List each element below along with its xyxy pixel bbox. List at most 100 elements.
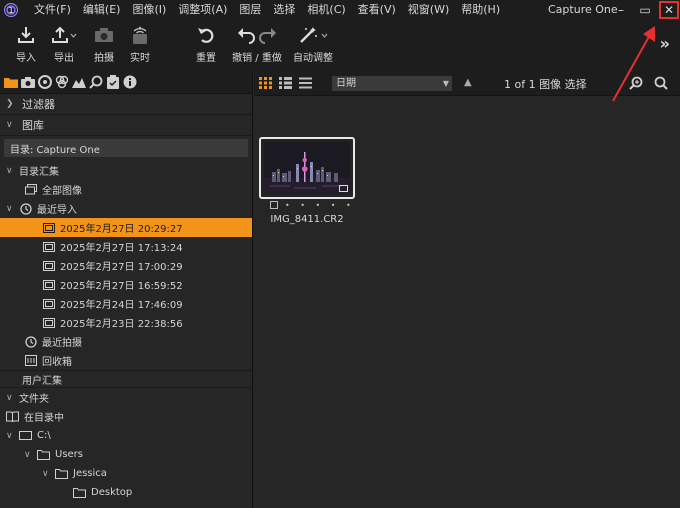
night-skyline-image (264, 142, 350, 194)
trash-label: 回收箱 (42, 357, 72, 368)
import-icon (17, 24, 35, 46)
maximize-button[interactable]: ▭ (634, 0, 656, 20)
menu-file[interactable]: 文件(F) (28, 0, 77, 20)
chevron-down-icon: ∨ (6, 203, 13, 214)
capture-button[interactable]: 拍摄 (84, 24, 124, 64)
import-session-item[interactable]: 2025年2月24日 17:46:09 (0, 294, 252, 313)
grid-view-icon[interactable] (259, 77, 272, 89)
exposure-tab-icon[interactable] (72, 75, 86, 89)
catalog-collections-group[interactable]: ∨ 目录汇集 (0, 161, 252, 180)
star-rating[interactable]: • • • • • (285, 201, 355, 210)
list-view-icon[interactable] (299, 77, 312, 89)
undo-redo-button[interactable]: 撤销 / 重做 (232, 24, 282, 64)
thumbnail-filename: IMG_8411.CR2 (270, 214, 344, 225)
user-collections-header[interactable]: 用户汇集 (0, 370, 252, 388)
reset-icon (196, 24, 216, 46)
import-button[interactable]: 导入 (6, 24, 46, 64)
folder-icon (37, 449, 50, 461)
details-search-tab-icon[interactable] (89, 75, 103, 89)
color-tab-icon[interactable] (55, 75, 69, 89)
chevron-right-icon: ❯ (6, 99, 14, 109)
filters-section-header[interactable]: ❯ 过滤器 (0, 94, 252, 115)
trash-item[interactable]: 回收箱 (0, 351, 252, 370)
in-catalog-item[interactable]: 在目录中 (0, 407, 252, 426)
reset-button[interactable]: 重置 (186, 24, 226, 64)
import-session-item[interactable]: 2025年2月27日 17:13:24 (0, 237, 252, 256)
thumbnail-image (264, 142, 350, 194)
folder-jessica-item[interactable]: ∨ Jessica (0, 464, 252, 483)
drive-icon (19, 430, 32, 442)
import-album-icon (42, 298, 55, 310)
user-collections-label: 用户汇集 (22, 375, 62, 387)
menu-edit[interactable]: 编辑(E) (77, 0, 127, 20)
live-view-icon (130, 24, 150, 46)
import-session-item[interactable]: 2025年2月27日 16:59:52 (0, 275, 252, 294)
lens-tab-icon[interactable] (38, 74, 52, 89)
folder-icon (73, 487, 86, 499)
undo-redo-icon (237, 24, 277, 46)
recent-captures-item[interactable]: 最近拍摄 (0, 332, 252, 351)
minimize-button[interactable]: – (610, 0, 632, 20)
recent-imports-label: 最近导入 (37, 205, 77, 216)
select-checkbox[interactable] (270, 201, 278, 209)
auto-adjust-button[interactable]: 自动调整 (291, 24, 335, 64)
library-folder-tab-icon[interactable] (4, 75, 18, 89)
capture-camera-tab-icon[interactable] (21, 75, 35, 89)
clock-icon (19, 202, 32, 215)
import-session-label: 2025年2月23日 22:38:56 (60, 319, 183, 330)
menu-select[interactable]: 选择 (267, 0, 301, 20)
drive-c-item[interactable]: ∨ C:\ (0, 426, 252, 445)
menu-layers[interactable]: 图层 (233, 0, 267, 20)
folder-desktop-item[interactable]: Desktop (0, 483, 252, 502)
all-images-label: 全部图像 (42, 186, 82, 197)
drive-label: C:\ (37, 430, 51, 441)
import-session-label: 2025年2月27日 20:29:27 (60, 224, 183, 235)
import-session-label: 2025年2月27日 17:00:29 (60, 262, 183, 273)
sort-direction-icon[interactable]: ▲ (464, 77, 472, 88)
folder-users-item[interactable]: ∨ Users (0, 445, 252, 464)
menu-help[interactable]: 帮助(H) (455, 0, 506, 20)
menu-view[interactable]: 查看(V) (352, 0, 402, 20)
catalog-selector[interactable]: 目录: Capture One (4, 139, 248, 157)
thumbnail-frame[interactable] (259, 137, 355, 199)
book-icon (6, 411, 19, 423)
live-button[interactable]: 实时 (120, 24, 160, 64)
sort-by-select[interactable]: 日期 ▼ (332, 76, 452, 91)
capture-one-logo-icon[interactable]: 1 (4, 3, 18, 17)
export-button[interactable]: 导出 (44, 24, 84, 64)
chevron-down-icon: ∨ (6, 392, 13, 403)
capture-label: 拍摄 (94, 53, 114, 64)
search-icon[interactable] (654, 76, 668, 90)
more-tools-button[interactable]: » (660, 34, 670, 53)
variant-badge-icon (339, 185, 348, 192)
reset-label: 重置 (196, 53, 216, 64)
chevron-down-icon: ∨ (24, 449, 31, 460)
import-session-item[interactable]: 2025年2月27日 20:29:27 (0, 218, 252, 237)
all-images-icon (24, 184, 37, 196)
import-album-icon (42, 241, 55, 253)
jessica-label: Jessica (73, 468, 107, 479)
library-section-header[interactable]: ∨ 图库 (0, 115, 252, 136)
left-panel: ❯ 过滤器 ∨ 图库 目录: Capture One ∨ 目录汇集 全部图像 ∨… (0, 70, 253, 508)
menu-adjustments[interactable]: 调整项(A) (172, 0, 233, 20)
all-images-item[interactable]: 全部图像 (0, 180, 252, 199)
zoom-icon[interactable] (629, 76, 643, 90)
import-session-label: 2025年2月27日 16:59:52 (60, 281, 183, 292)
export-label: 导出 (54, 53, 74, 64)
import-session-item[interactable]: 2025年2月23日 22:38:56 (0, 313, 252, 332)
folders-group[interactable]: ∨ 文件夹 (0, 388, 252, 407)
in-catalog-label: 在目录中 (24, 413, 64, 424)
chevron-down-icon: ∨ (42, 468, 49, 479)
magic-wand-icon (298, 24, 328, 46)
menu-window[interactable]: 视窗(W) (402, 0, 455, 20)
metadata-info-tab-icon[interactable] (123, 75, 137, 89)
filmstrip-view-icon[interactable] (279, 77, 292, 89)
desktop-label: Desktop (91, 487, 133, 498)
import-session-item[interactable]: 2025年2月27日 17:00:29 (0, 256, 252, 275)
adjustments-clipboard-tab-icon[interactable] (106, 74, 120, 89)
recent-imports-group[interactable]: ∨ 最近导入 (0, 199, 252, 218)
close-button[interactable]: ✕ (659, 1, 679, 19)
filters-label: 过滤器 (22, 98, 55, 111)
menu-camera[interactable]: 相机(C) (301, 0, 351, 20)
menu-image[interactable]: 图像(I) (126, 0, 172, 20)
